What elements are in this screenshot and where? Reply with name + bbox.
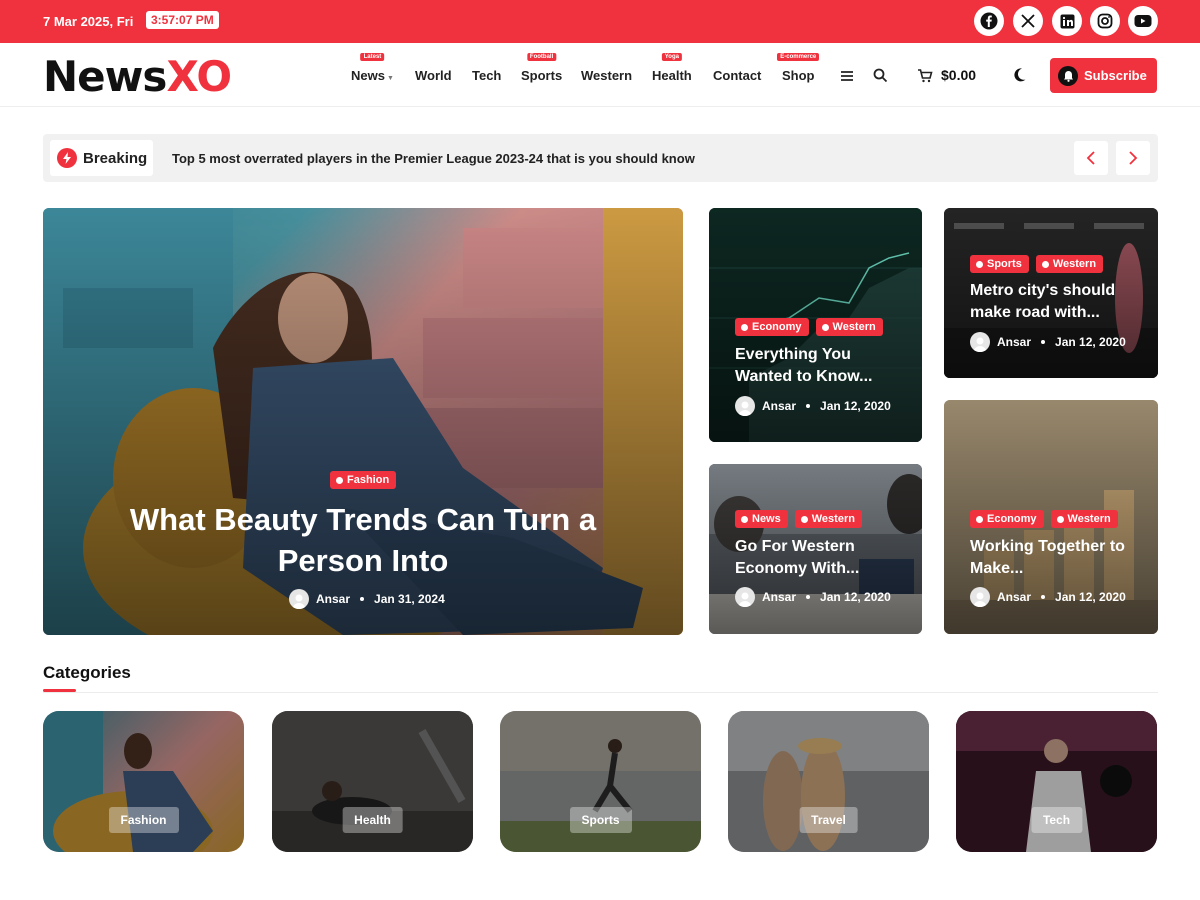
divider (43, 692, 1158, 693)
article-title[interactable]: Go For Western Economy With... (735, 536, 905, 579)
article-title[interactable]: Metro city's should make road with... (970, 280, 1145, 323)
prev-arrow-button[interactable] (1074, 141, 1108, 175)
bell-icon (1058, 65, 1078, 86)
article-card[interactable]: Sports Western Metro city's should make … (944, 208, 1158, 378)
category-label: Health (342, 807, 403, 833)
publish-date: Jan 12, 2020 (820, 590, 891, 604)
nav-item-world[interactable]: World (415, 68, 452, 83)
cart-total[interactable]: $0.00 (941, 67, 976, 83)
author-name[interactable]: Ansar (762, 590, 796, 604)
author-avatar (970, 332, 990, 352)
author-avatar (735, 587, 755, 607)
tag-sports[interactable]: Sports (970, 255, 1029, 273)
instagram-icon[interactable] (1090, 6, 1120, 36)
nav-item-contact[interactable]: Contact (713, 68, 761, 83)
dark-mode-icon[interactable] (1010, 65, 1028, 83)
cart-icon[interactable] (916, 66, 934, 84)
nav-badge-ecommerce: E-commerce (777, 53, 820, 61)
top-bar: 7 Mar 2025, Fri 3:57:07 PM (0, 0, 1200, 43)
publish-date: Jan 12, 2020 (820, 399, 891, 413)
breaking-headline[interactable]: Top 5 most overrated players in the Prem… (172, 151, 695, 166)
category-card-health[interactable]: Health (272, 711, 473, 852)
category-label: Fashion (108, 807, 179, 833)
tag-fashion[interactable]: Fashion (330, 471, 397, 489)
publish-date: Jan 12, 2020 (1055, 590, 1126, 604)
article-title[interactable]: Everything You Wanted to Know... (735, 344, 905, 387)
author-name[interactable]: Ansar (762, 399, 796, 413)
breaking-news-bar: Breaking Top 5 most overrated players in… (43, 134, 1158, 182)
menu-icon[interactable] (838, 67, 856, 85)
next-arrow-button[interactable] (1116, 141, 1150, 175)
tag-western[interactable]: Western (815, 318, 883, 336)
chevron-down-icon: ▼ (386, 75, 394, 82)
chevron-right-icon (1129, 151, 1138, 165)
current-date: 7 Mar 2025, Fri (43, 14, 134, 29)
hero-article-card[interactable]: Fashion What Beauty Trends Can Turn a Pe… (43, 208, 683, 635)
tag-news[interactable]: News (735, 510, 788, 528)
publish-date: Jan 31, 2024 (374, 592, 445, 606)
nav-item-sports[interactable]: Football Sports (521, 53, 562, 83)
publish-date: Jan 12, 2020 (1055, 335, 1126, 349)
category-card-travel[interactable]: Travel (728, 711, 929, 852)
hero-meta: Ansar Jan 31, 2024 (289, 589, 445, 609)
nav-badge-latest: Latest (360, 53, 385, 61)
author-name[interactable]: Ansar (997, 590, 1031, 604)
category-label: Travel (799, 807, 858, 833)
tag-economy[interactable]: Economy (735, 318, 809, 336)
category-card-sports[interactable]: Sports (500, 711, 701, 852)
hero-title[interactable]: What Beauty Trends Can Turn a Person Int… (83, 500, 643, 582)
categories-heading: Categories (43, 663, 131, 682)
breaking-label: Breaking (50, 140, 153, 176)
x-icon[interactable] (1013, 6, 1043, 36)
tag-western[interactable]: Western (1050, 510, 1118, 528)
nav-badge-yoga: Yoga (661, 53, 682, 61)
nav-badge-football: Football (526, 53, 557, 61)
linkedin-icon[interactable] (1052, 6, 1082, 36)
article-card[interactable]: Economy Western Everything You Wanted to… (709, 208, 922, 442)
current-time: 3:57:07 PM (146, 11, 219, 29)
article-card[interactable]: Economy Western Working Together to Make… (944, 400, 1158, 634)
tag-economy[interactable]: Economy (970, 510, 1044, 528)
hero-tags: Fashion (330, 471, 397, 489)
category-label: Tech (1030, 807, 1083, 833)
category-card-tech[interactable]: Tech (956, 711, 1157, 852)
lightning-icon (57, 148, 77, 168)
heading-underline (43, 689, 76, 692)
tag-western[interactable]: Western (1035, 255, 1104, 273)
tag-western[interactable]: Western (794, 510, 862, 528)
author-avatar (289, 589, 309, 609)
site-logo[interactable]: NewsXO (43, 52, 232, 101)
search-icon[interactable] (871, 66, 889, 84)
nav-item-health[interactable]: Yoga Health (652, 53, 692, 83)
nav-item-news[interactable]: Latest News ▼ (351, 53, 394, 83)
nav-item-tech[interactable]: Tech (472, 68, 501, 83)
article-card[interactable]: News Western Go For Western Economy With… (709, 464, 922, 634)
category-label: Sports (569, 807, 632, 833)
site-header: NewsXO Latest News ▼ World Tech Football Sp… (0, 43, 1200, 107)
author-avatar (735, 396, 755, 416)
article-title[interactable]: Working Together to Make... (970, 536, 1140, 579)
author-name[interactable]: Ansar (316, 592, 350, 606)
category-card-fashion[interactable]: Fashion (43, 711, 244, 852)
nav-item-shop[interactable]: E-commerce Shop (777, 53, 820, 83)
author-name[interactable]: Ansar (997, 335, 1031, 349)
subscribe-button[interactable]: Subscribe (1050, 58, 1157, 93)
youtube-icon[interactable] (1128, 6, 1158, 36)
nav-item-western[interactable]: Western (581, 68, 632, 83)
chevron-left-icon (1086, 151, 1095, 165)
author-avatar (970, 587, 990, 607)
facebook-icon[interactable] (974, 6, 1004, 36)
